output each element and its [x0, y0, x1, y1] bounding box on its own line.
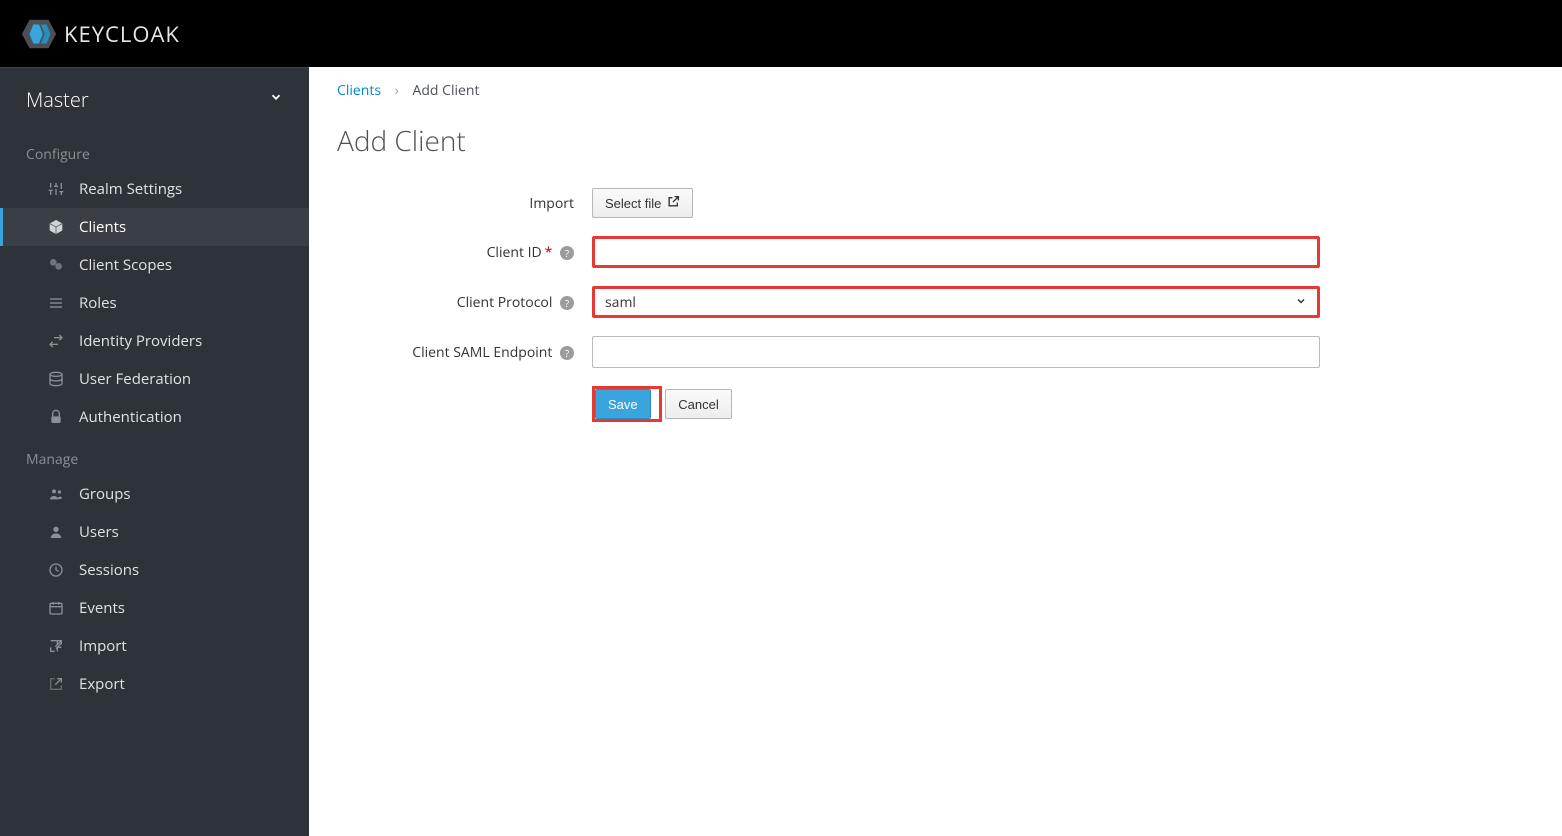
sidebar-item-label: Clients	[79, 217, 126, 237]
breadcrumb-current: Add Client	[413, 81, 480, 100]
lock-icon	[47, 409, 65, 425]
sidebar-item-label: User Federation	[79, 369, 191, 389]
sidebar: Master Configure Realm Settings Clients …	[0, 67, 309, 836]
sliders-icon	[47, 181, 65, 197]
sidebar-item-import[interactable]: Import	[0, 627, 309, 665]
keycloak-logo-icon	[20, 15, 58, 53]
help-icon[interactable]: ?	[560, 296, 574, 310]
sidebar-item-label: Roles	[79, 293, 117, 313]
external-file-icon	[667, 195, 680, 211]
client-id-input[interactable]	[592, 236, 1320, 268]
chevron-down-icon	[1295, 294, 1307, 311]
client-protocol-value: saml	[605, 293, 636, 312]
main-content: Clients › Add Client Add Client Import S…	[309, 67, 1562, 836]
breadcrumb-separator-icon: ›	[395, 81, 399, 100]
saml-endpoint-input[interactable]	[592, 336, 1320, 368]
saml-endpoint-label: Client SAML Endpoint ?	[337, 343, 592, 362]
sidebar-item-label: Identity Providers	[79, 331, 202, 351]
top-header: KEYCLOAK	[0, 0, 1562, 67]
sidebar-item-label: Import	[79, 636, 127, 656]
help-icon[interactable]: ?	[560, 246, 574, 260]
breadcrumb-parent-link[interactable]: Clients	[337, 81, 381, 100]
sidebar-item-sessions[interactable]: Sessions	[0, 551, 309, 589]
sidebar-item-roles[interactable]: Roles	[0, 284, 309, 322]
cancel-button[interactable]: Cancel	[665, 389, 731, 419]
sidebar-item-label: Export	[79, 674, 125, 694]
sidebar-item-label: Events	[79, 598, 125, 618]
realm-name: Master	[26, 86, 89, 113]
import-label: Import	[337, 194, 592, 213]
page-title: Add Client	[337, 122, 1534, 160]
sidebar-item-user-federation[interactable]: User Federation	[0, 360, 309, 398]
form-row-client-id: Client ID* ?	[337, 236, 1534, 268]
sidebar-item-clients[interactable]: Clients	[0, 208, 309, 246]
form-row-client-protocol: Client Protocol ? saml	[337, 286, 1534, 318]
list-icon	[47, 295, 65, 311]
export-icon	[47, 676, 65, 692]
help-icon[interactable]: ?	[560, 346, 574, 360]
select-file-label: Select file	[605, 196, 661, 211]
exchange-icon	[47, 333, 65, 349]
sidebar-item-label: Client Scopes	[79, 255, 172, 275]
form-row-actions: Save Cancel	[337, 386, 1534, 422]
save-button[interactable]: Save	[595, 389, 651, 419]
sidebar-item-authentication[interactable]: Authentication	[0, 398, 309, 436]
sidebar-item-export[interactable]: Export	[0, 665, 309, 703]
sidebar-item-groups[interactable]: Groups	[0, 475, 309, 513]
cube-icon	[47, 219, 65, 235]
sidebar-item-realm-settings[interactable]: Realm Settings	[0, 170, 309, 208]
client-protocol-label: Client Protocol ?	[337, 293, 592, 312]
sidebar-section-configure: Configure	[0, 131, 309, 170]
sidebar-item-label: Realm Settings	[79, 179, 182, 199]
database-icon	[47, 371, 65, 387]
sidebar-item-client-scopes[interactable]: Client Scopes	[0, 246, 309, 284]
form-row-import: Import Select file	[337, 188, 1534, 218]
sidebar-item-events[interactable]: Events	[0, 589, 309, 627]
clock-icon	[47, 562, 65, 578]
import-icon	[47, 638, 65, 654]
sidebar-item-label: Authentication	[79, 407, 182, 427]
scopes-icon	[47, 257, 65, 273]
calendar-icon	[47, 600, 65, 616]
breadcrumb: Clients › Add Client	[337, 81, 1534, 100]
sidebar-item-label: Sessions	[79, 560, 139, 580]
form-row-saml-endpoint: Client SAML Endpoint ?	[337, 336, 1534, 368]
sidebar-section-manage: Manage	[0, 436, 309, 475]
brand-logo[interactable]: KEYCLOAK	[20, 15, 180, 53]
realm-selector[interactable]: Master	[0, 68, 309, 131]
chevron-down-icon	[269, 90, 283, 109]
sidebar-item-label: Groups	[79, 484, 131, 504]
save-highlight: Save	[592, 386, 662, 422]
select-file-button[interactable]: Select file	[592, 188, 693, 218]
brand-name: KEYCLOAK	[64, 19, 180, 49]
client-id-label: Client ID* ?	[337, 243, 592, 262]
user-icon	[47, 524, 65, 540]
client-protocol-select[interactable]: saml	[592, 286, 1320, 318]
group-icon	[47, 486, 65, 502]
sidebar-item-label: Users	[79, 522, 119, 542]
sidebar-item-users[interactable]: Users	[0, 513, 309, 551]
sidebar-item-identity-providers[interactable]: Identity Providers	[0, 322, 309, 360]
